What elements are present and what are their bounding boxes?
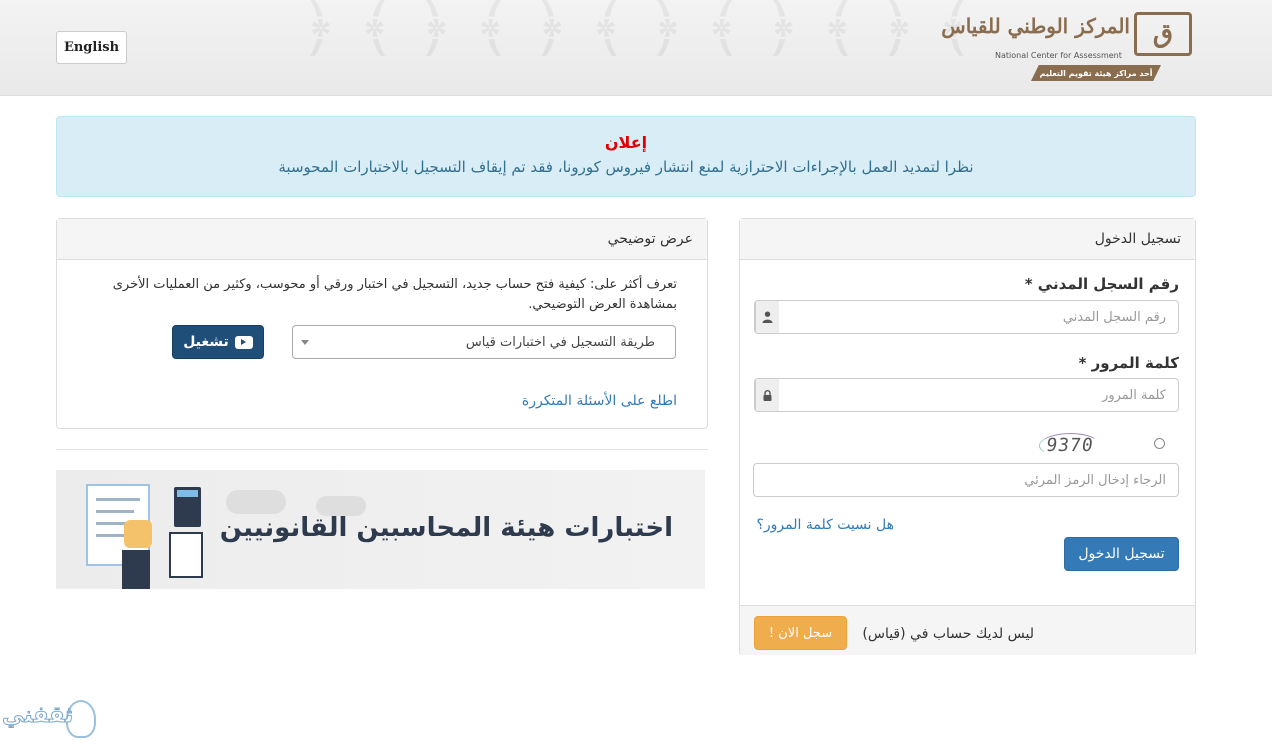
faq-link[interactable]: اطلع على الأسئلة المتكررة [522,393,677,409]
nca-logo[interactable]: ق المركز الوطني للقياس National Center f… [941,10,1198,84]
no-account-text: ليس لديك حساب في (قياس) [862,626,1034,642]
password-input[interactable] [779,379,1178,411]
english-language-button[interactable]: English [56,31,127,64]
site-header: ﴾ ﴿ ﴾ ﴿ ﴾ ﴿ ﴾ ﴿ ﴾ ﴿ ﴾ ﴿ English ق المركز… [0,0,1272,96]
announcement-text: نظرا لتمديد العمل بالإجراءات الاحترازية … [278,158,974,176]
login-panel-heading: تسجيل الدخول [740,219,1195,260]
site-watermark: ثقفني [0,697,100,746]
banner-title: اختبارات هيئة المحاسبين القانونيين [219,513,674,543]
forgot-password-link[interactable]: هل نسيت كلمة المرور؟ [756,517,894,533]
civil-id-group [754,300,1179,334]
login-button[interactable]: تسجيل الدخول [1064,537,1179,571]
demo-description: تعرف أكثر على: كيفية فتح حساب جديد، التس… [112,277,677,312]
play-button[interactable]: تشغيل [172,325,264,359]
clipboard-icon [169,532,203,578]
chevron-down-icon [301,340,309,345]
header-calligraphy-pattern: ﴾ ﴿ ﴾ ﴿ ﴾ ﴿ ﴾ ﴿ ﴾ ﴿ ﴾ ﴿ [300,0,974,65]
hand-pen-icon [124,520,152,548]
announcement-alert: إعلان نظرا لتمديد العمل بالإجراءات الاحت… [56,116,1196,197]
demo-video-select[interactable]: طريقة التسجيل في اختبارات قياس [292,325,676,359]
login-footer: ليس لديك حساب في (قياس) سجل الان ! [740,605,1195,655]
register-button[interactable]: سجل الان ! [754,616,847,650]
user-icon [755,301,779,333]
login-panel: تسجيل الدخول رقم السجل المدني * كلمة الم… [739,218,1196,655]
logo-arabic-name: المركز الوطني للقياس [941,14,1130,38]
captcha-refresh-icon[interactable] [1154,438,1165,449]
demo-panel: عرض توضيحي تعرف أكثر على: كيفية فتح حساب… [56,218,708,429]
section-divider [56,449,708,450]
lock-icon [755,379,779,411]
password-label: كلمة المرور * [1078,354,1179,372]
demo-panel-heading: عرض توضيحي [57,219,707,260]
captcha-image: 9370 [1037,431,1103,459]
qiyas-logo-icon: ق [1134,12,1192,56]
accountants-exam-banner[interactable]: اختبارات هيئة المحاسبين القانونيين [56,470,705,589]
demo-select-value: طريقة التسجيل في اختبارات قياس [465,334,655,350]
play-button-label: تشغيل [183,334,229,350]
captcha-input[interactable] [753,463,1179,497]
logo-ribbon: أحد مراكز هيئة تقويم التعليم [1031,65,1161,81]
civil-id-input[interactable] [779,301,1178,333]
announcement-title: إعلان [604,133,648,152]
civil-id-label: رقم السجل المدني * [1024,275,1179,293]
password-group [754,378,1179,412]
logo-english-name: National Center for Assessment [995,51,1122,60]
cloud-decoration [226,490,286,514]
youtube-play-icon [234,335,253,349]
watermark-text: ثقفني [1,703,74,729]
calculator-icon [174,487,201,527]
